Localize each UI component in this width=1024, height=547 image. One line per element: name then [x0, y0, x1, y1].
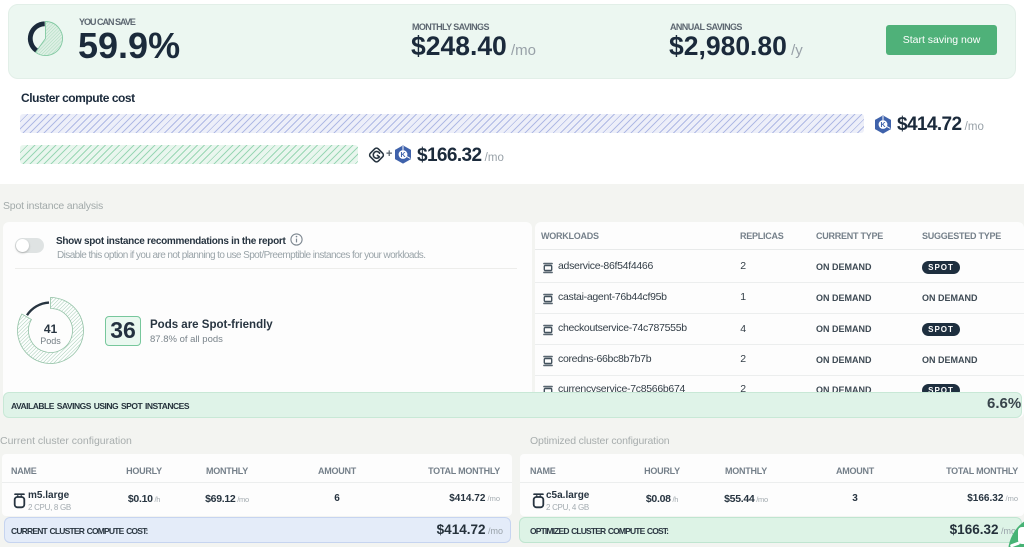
- svg-text:K: K: [400, 152, 405, 159]
- svg-text:K: K: [880, 122, 885, 129]
